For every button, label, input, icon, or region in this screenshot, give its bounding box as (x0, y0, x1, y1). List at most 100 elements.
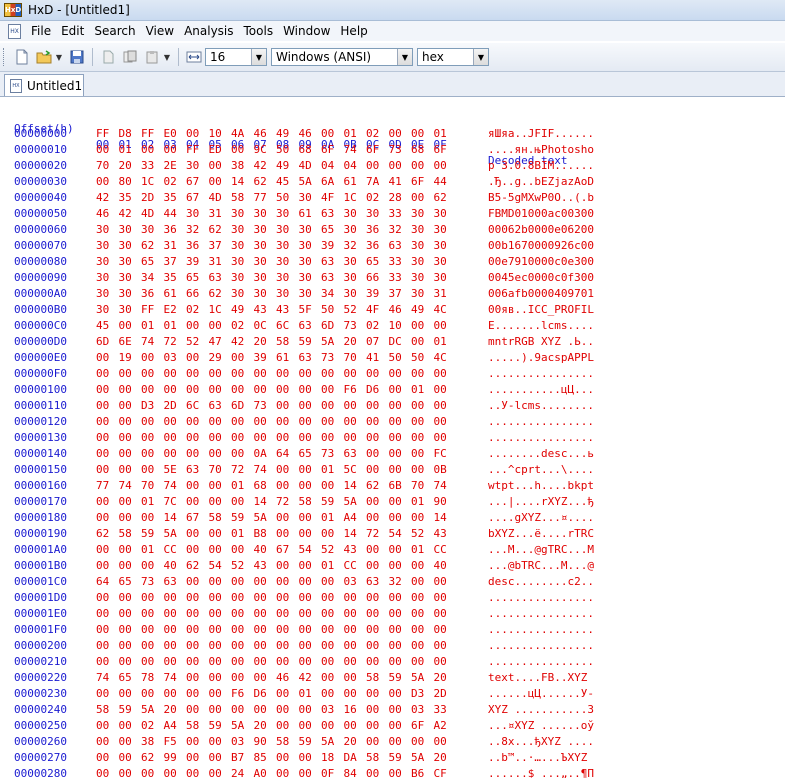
byte-cell[interactable]: 36 (141, 286, 164, 302)
byte-cell[interactable]: 5A (299, 174, 322, 190)
byte-cell[interactable]: 54 (209, 558, 232, 574)
byte-cell[interactable]: 58 (366, 750, 389, 766)
byte-cell[interactable]: 00 (186, 670, 209, 686)
row-decoded-text[interactable]: desc........c2.. (488, 574, 628, 590)
byte-cell[interactable]: 00 (366, 558, 389, 574)
byte-cell[interactable]: 01 (434, 334, 457, 350)
row-bytes[interactable]: 42 35 2D 35 67 4D 58 77 50 30 4F 1C 02 28 00 62 (96, 190, 476, 206)
byte-cell[interactable]: 30 (119, 254, 142, 270)
byte-cell[interactable]: 00 (254, 382, 277, 398)
row-decoded-text[interactable]: .Ђ..g..bEZjazAoD (488, 174, 628, 190)
byte-cell[interactable]: 4D (299, 158, 322, 174)
byte-cell[interactable]: 00 (299, 430, 322, 446)
byte-cell[interactable]: 6E (119, 334, 142, 350)
byte-cell[interactable]: 73 (344, 318, 367, 334)
byte-cell[interactable]: 33 (434, 702, 457, 718)
row-bytes[interactable]: 30 30 36 61 66 62 30 30 30 30 34 30 39 37 30 31 (96, 286, 476, 302)
byte-cell[interactable]: 01 (141, 494, 164, 510)
byte-cell[interactable]: 59 (119, 702, 142, 718)
byte-cell[interactable]: 47 (209, 334, 232, 350)
byte-cell[interactable]: 00 (366, 542, 389, 558)
byte-cell[interactable]: 00 (141, 366, 164, 382)
byte-cell[interactable]: A4 (164, 718, 187, 734)
byte-cell[interactable]: ED (209, 142, 232, 158)
row-decoded-text[interactable]: ...........цЦ... (488, 382, 628, 398)
byte-cell[interactable]: 90 (434, 494, 457, 510)
byte-cell[interactable]: 00 (186, 654, 209, 670)
row-bytes[interactable]: 00 00 00 00 00 00 00 00 00 00 00 00 00 00 00 00 (96, 606, 476, 622)
byte-cell[interactable]: 72 (164, 334, 187, 350)
row-decoded-text[interactable]: ................ (488, 430, 628, 446)
byte-cell[interactable]: 00 (344, 366, 367, 382)
byte-cell[interactable]: 14 (254, 494, 277, 510)
byte-cell[interactable]: 2E (164, 158, 187, 174)
byte-cell[interactable]: 33 (389, 206, 412, 222)
byte-cell[interactable]: 58 (96, 702, 119, 718)
byte-cell[interactable]: 00 (276, 686, 299, 702)
byte-cell[interactable]: 6D (96, 334, 119, 350)
byte-cell[interactable]: 00 (344, 670, 367, 686)
byte-cell[interactable]: 00 (96, 174, 119, 190)
byte-cell[interactable]: 00 (186, 574, 209, 590)
byte-cell[interactable]: 00 (96, 558, 119, 574)
byte-cell[interactable]: 77 (96, 478, 119, 494)
byte-cell[interactable]: 00 (186, 766, 209, 778)
byte-cell[interactable]: 00 (96, 350, 119, 366)
byte-cell[interactable]: 00 (411, 734, 434, 750)
byte-cell[interactable]: 00 (299, 398, 322, 414)
byte-cell[interactable]: 5A (231, 718, 254, 734)
byte-cell[interactable]: 00 (321, 126, 344, 142)
byte-cell[interactable]: 00 (276, 750, 299, 766)
byte-cell[interactable]: 00 (186, 478, 209, 494)
byte-cell[interactable]: 30 (141, 222, 164, 238)
paste-button[interactable] (143, 48, 161, 66)
byte-cell[interactable]: 00 (389, 462, 412, 478)
byte-cell[interactable]: 33 (141, 158, 164, 174)
byte-cell[interactable]: 6D (231, 398, 254, 414)
byte-cell[interactable]: 00 (186, 622, 209, 638)
byte-cell[interactable]: 00 (389, 158, 412, 174)
byte-cell[interactable]: 00 (141, 686, 164, 702)
byte-cell[interactable]: 00 (186, 702, 209, 718)
byte-cell[interactable]: 00 (254, 430, 277, 446)
byte-cell[interactable]: 61 (344, 174, 367, 190)
byte-cell[interactable]: 00 (411, 574, 434, 590)
row-bytes[interactable]: 45 00 01 01 00 00 02 0C 6C 63 6D 73 02 10 00 00 (96, 318, 476, 334)
byte-cell[interactable]: 67 (186, 190, 209, 206)
byte-cell[interactable]: 58 (186, 718, 209, 734)
byte-cell[interactable]: 30 (411, 286, 434, 302)
byte-cell[interactable]: 00 (141, 590, 164, 606)
byte-cell[interactable]: 67 (186, 510, 209, 526)
row-bytes[interactable]: 30 30 34 35 65 63 30 30 30 30 63 30 66 33 30 30 (96, 270, 476, 286)
byte-cell[interactable]: 42 (96, 190, 119, 206)
byte-cell[interactable]: 00 (186, 318, 209, 334)
byte-cell[interactable]: 00 (389, 446, 412, 462)
byte-cell[interactable]: 37 (389, 286, 412, 302)
byte-cell[interactable]: 00 (186, 734, 209, 750)
bytes-per-row-select[interactable]: 16 ▼ (205, 48, 267, 66)
byte-cell[interactable]: 00 (321, 638, 344, 654)
row-bytes[interactable]: 6D 6E 74 72 52 47 42 20 58 59 5A 20 07 DC 00 01 (96, 334, 476, 350)
byte-cell[interactable]: 74 (141, 334, 164, 350)
byte-cell[interactable]: 00 (96, 382, 119, 398)
byte-cell[interactable]: 6F (411, 174, 434, 190)
byte-cell[interactable]: 58 (299, 494, 322, 510)
byte-cell[interactable]: 00 (276, 590, 299, 606)
menu-window[interactable]: Window (278, 24, 335, 38)
byte-cell[interactable]: 62 (366, 478, 389, 494)
byte-cell[interactable]: 85 (254, 750, 277, 766)
byte-cell[interactable]: 00 (96, 366, 119, 382)
byte-cell[interactable]: 77 (254, 190, 277, 206)
byte-cell[interactable]: 72 (366, 526, 389, 542)
row-bytes[interactable]: 30 30 62 31 36 37 30 30 30 30 39 32 36 63 30 30 (96, 238, 476, 254)
byte-cell[interactable]: 00 (96, 622, 119, 638)
byte-cell[interactable]: 00 (231, 366, 254, 382)
byte-cell[interactable]: 6C (276, 318, 299, 334)
byte-cell[interactable]: 00 (209, 670, 232, 686)
row-bytes[interactable]: 46 42 4D 44 30 31 30 30 30 61 63 30 30 33 30 30 (96, 206, 476, 222)
byte-cell[interactable]: FF (141, 126, 164, 142)
byte-cell[interactable]: 30 (96, 286, 119, 302)
byte-cell[interactable]: 00 (209, 430, 232, 446)
byte-cell[interactable]: 46 (389, 302, 412, 318)
byte-cell[interactable]: 01 (231, 526, 254, 542)
